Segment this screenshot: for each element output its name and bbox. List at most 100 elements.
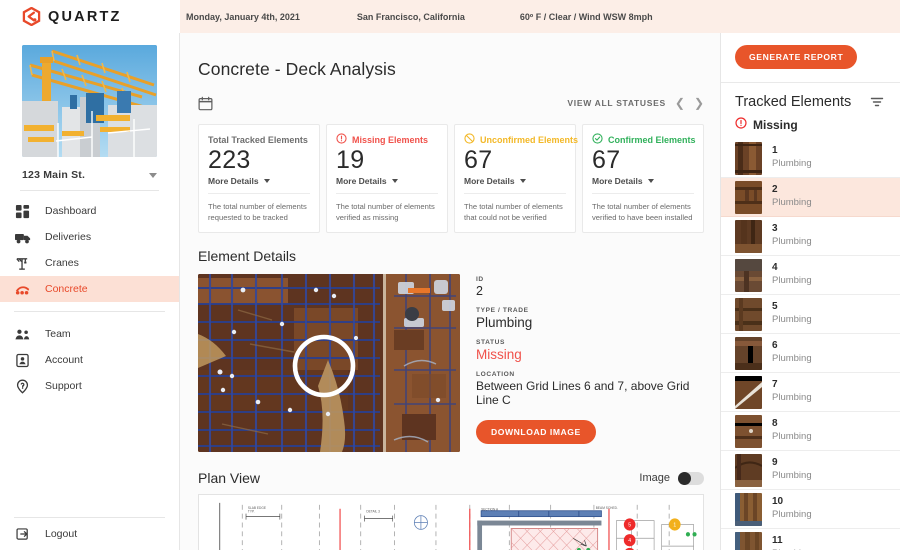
chevron-down-icon <box>391 178 398 183</box>
list-item[interactable]: 1 Plumbing <box>721 139 900 178</box>
status-card-total[interactable]: Total Tracked Elements 223 More Details … <box>198 124 320 234</box>
field-value: 2 <box>476 284 483 299</box>
list-item[interactable]: 4 Plumbing <box>721 256 900 295</box>
element-id: 2 <box>772 184 778 196</box>
brand-logo[interactable]: QUARTZ <box>0 0 180 33</box>
more-details-toggle[interactable]: More Details <box>336 176 438 194</box>
element-meta: 10 Plumbing <box>772 496 812 521</box>
more-details-toggle[interactable]: More Details <box>464 176 566 194</box>
more-details-toggle[interactable]: More Details <box>208 176 310 194</box>
generate-report-button[interactable]: GENERATE REPORT <box>735 45 858 69</box>
element-thumbnail <box>735 180 762 214</box>
sidebar-item-concrete[interactable]: Concrete <box>0 276 179 302</box>
plan-view-title: Plan View <box>198 470 261 487</box>
status-card-confirmed[interactable]: Confirmed Elements 67 More Details The t… <box>582 124 704 234</box>
element-meta: 5 Plumbing <box>772 301 812 326</box>
site-selector[interactable]: 123 Main St. <box>20 166 159 191</box>
page-title: Concrete - Deck Analysis <box>198 59 396 79</box>
status-card-missing[interactable]: Missing Elements 19 More Details The tot… <box>326 124 448 234</box>
element-trade: Plumbing <box>772 391 812 403</box>
list-item[interactable]: 3 Plumbing <box>721 217 900 256</box>
element-meta: 11 Plumbing <box>772 535 812 550</box>
list-item[interactable]: 5 Plumbing <box>721 295 900 334</box>
element-details-title: Element Details <box>198 248 297 265</box>
truck-icon <box>14 229 31 246</box>
svg-text:1: 1 <box>673 523 676 529</box>
logout-button[interactable]: Logout <box>0 518 179 550</box>
list-item[interactable]: 11 Plumbing <box>721 529 900 550</box>
card-header: Confirmed Elements <box>592 132 696 146</box>
chevron-down-icon <box>519 178 526 183</box>
element-id: 4 <box>772 262 778 274</box>
support-icon <box>14 378 31 395</box>
element-thumbnail <box>735 141 762 175</box>
construction-site-photo <box>22 45 157 157</box>
element-thumbnail <box>735 453 762 487</box>
sidebar-item-cranes[interactable]: Cranes <box>0 250 179 276</box>
list-item[interactable]: 10 Plumbing <box>721 490 900 529</box>
status-badge: Missing <box>476 347 522 363</box>
top-bar-info: Monday, January 4th, 2021 San Francisco,… <box>180 0 900 33</box>
calendar-icon[interactable] <box>198 96 213 111</box>
chevron-down-icon <box>263 178 270 183</box>
element-trade: Plumbing <box>772 274 812 286</box>
quartz-logo-icon <box>22 6 41 27</box>
status-card-unconfirmed[interactable]: Unconfirmed Elements 67 More Details The… <box>454 124 578 234</box>
list-item[interactable]: 8 Plumbing <box>721 412 900 451</box>
list-item[interactable]: 9 Plumbing <box>721 451 900 490</box>
more-details-toggle[interactable]: More Details <box>592 176 694 194</box>
toolbar-row: VIEW ALL STATUSES ❮ ❯ <box>198 92 704 114</box>
sidebar-item-account[interactable]: Account <box>0 347 179 373</box>
sidebar-item-dashboard[interactable]: Dashboard <box>0 198 179 224</box>
status-cards: Total Tracked Elements 223 More Details … <box>198 124 704 234</box>
sidebar-item-team[interactable]: Team <box>0 321 179 347</box>
alert-circle-icon <box>735 116 747 134</box>
element-id: 10 <box>772 496 784 508</box>
list-item[interactable]: 2 Plumbing <box>721 178 900 217</box>
element-thumbnail <box>735 492 762 526</box>
plan-view-drawing[interactable]: SLAB EDGE TYP. DETAIL 3 SECTION A BEAM SC… <box>198 494 704 550</box>
download-image-button[interactable]: DOWNLOAD IMAGE <box>476 420 596 445</box>
element-meta: 6 Plumbing <box>772 340 812 365</box>
card-header: Unconfirmed Elements <box>464 132 578 146</box>
sidebar-item-deliveries[interactable]: Deliveries <box>0 224 179 250</box>
chevron-left-icon[interactable]: ❮ <box>675 97 685 109</box>
element-id: 3 <box>772 223 778 235</box>
logout-icon <box>14 526 31 543</box>
toggle-knob <box>678 471 691 485</box>
tracked-elements-list[interactable]: 1 Plumbing 2 Plumbing 3 Plumbing 4 Plumb… <box>721 139 900 550</box>
card-value: 223 <box>208 146 251 174</box>
field-location: LOCATION Between Grid Lines 6 and 7, abo… <box>476 371 704 407</box>
list-item[interactable]: 6 Plumbing <box>721 334 900 373</box>
element-detail-fields: ID 2 TYPE / TRADE Plumbing STATUS Missin… <box>476 274 704 452</box>
card-header: Total Tracked Elements <box>208 133 310 146</box>
element-trade: Plumbing <box>772 157 812 169</box>
element-id: 11 <box>772 535 783 547</box>
chevron-right-icon[interactable]: ❯ <box>694 97 704 109</box>
element-id: 9 <box>772 457 778 469</box>
list-item[interactable]: 7 Plumbing <box>721 373 900 412</box>
view-all-statuses-label[interactable]: VIEW ALL STATUSES <box>567 98 665 108</box>
aerial-rebar-deck-photo[interactable] <box>198 274 460 453</box>
element-meta: 1 Plumbing <box>772 145 812 170</box>
current-location: San Francisco, California <box>356 11 465 22</box>
svg-text:TYP.: TYP. <box>248 510 255 514</box>
tracked-elements-status-group: Missing <box>721 110 900 139</box>
element-trade: Plumbing <box>772 235 812 247</box>
field-value: Between Grid Lines 6 and 7, above Grid L… <box>476 379 690 408</box>
element-thumbnail <box>735 297 762 331</box>
element-thumbnail <box>735 219 762 253</box>
image-toggle-group: Image <box>639 471 704 485</box>
element-meta: 3 Plumbing <box>772 223 812 248</box>
card-value: 67 <box>464 146 493 174</box>
card-title: Missing Elements <box>352 134 429 145</box>
element-thumbnail <box>735 531 762 550</box>
image-toggle[interactable] <box>678 471 704 485</box>
sidebar-item-support[interactable]: Support <box>0 373 179 399</box>
sidebar-item-label: Support <box>45 380 82 392</box>
filter-icon[interactable] <box>870 95 884 109</box>
view-all-statuses: VIEW ALL STATUSES ❮ ❯ <box>567 97 704 109</box>
field-value: Plumbing <box>476 315 533 331</box>
field-label: TYPE / TRADE <box>476 307 529 315</box>
element-meta: 9 Plumbing <box>772 457 812 482</box>
